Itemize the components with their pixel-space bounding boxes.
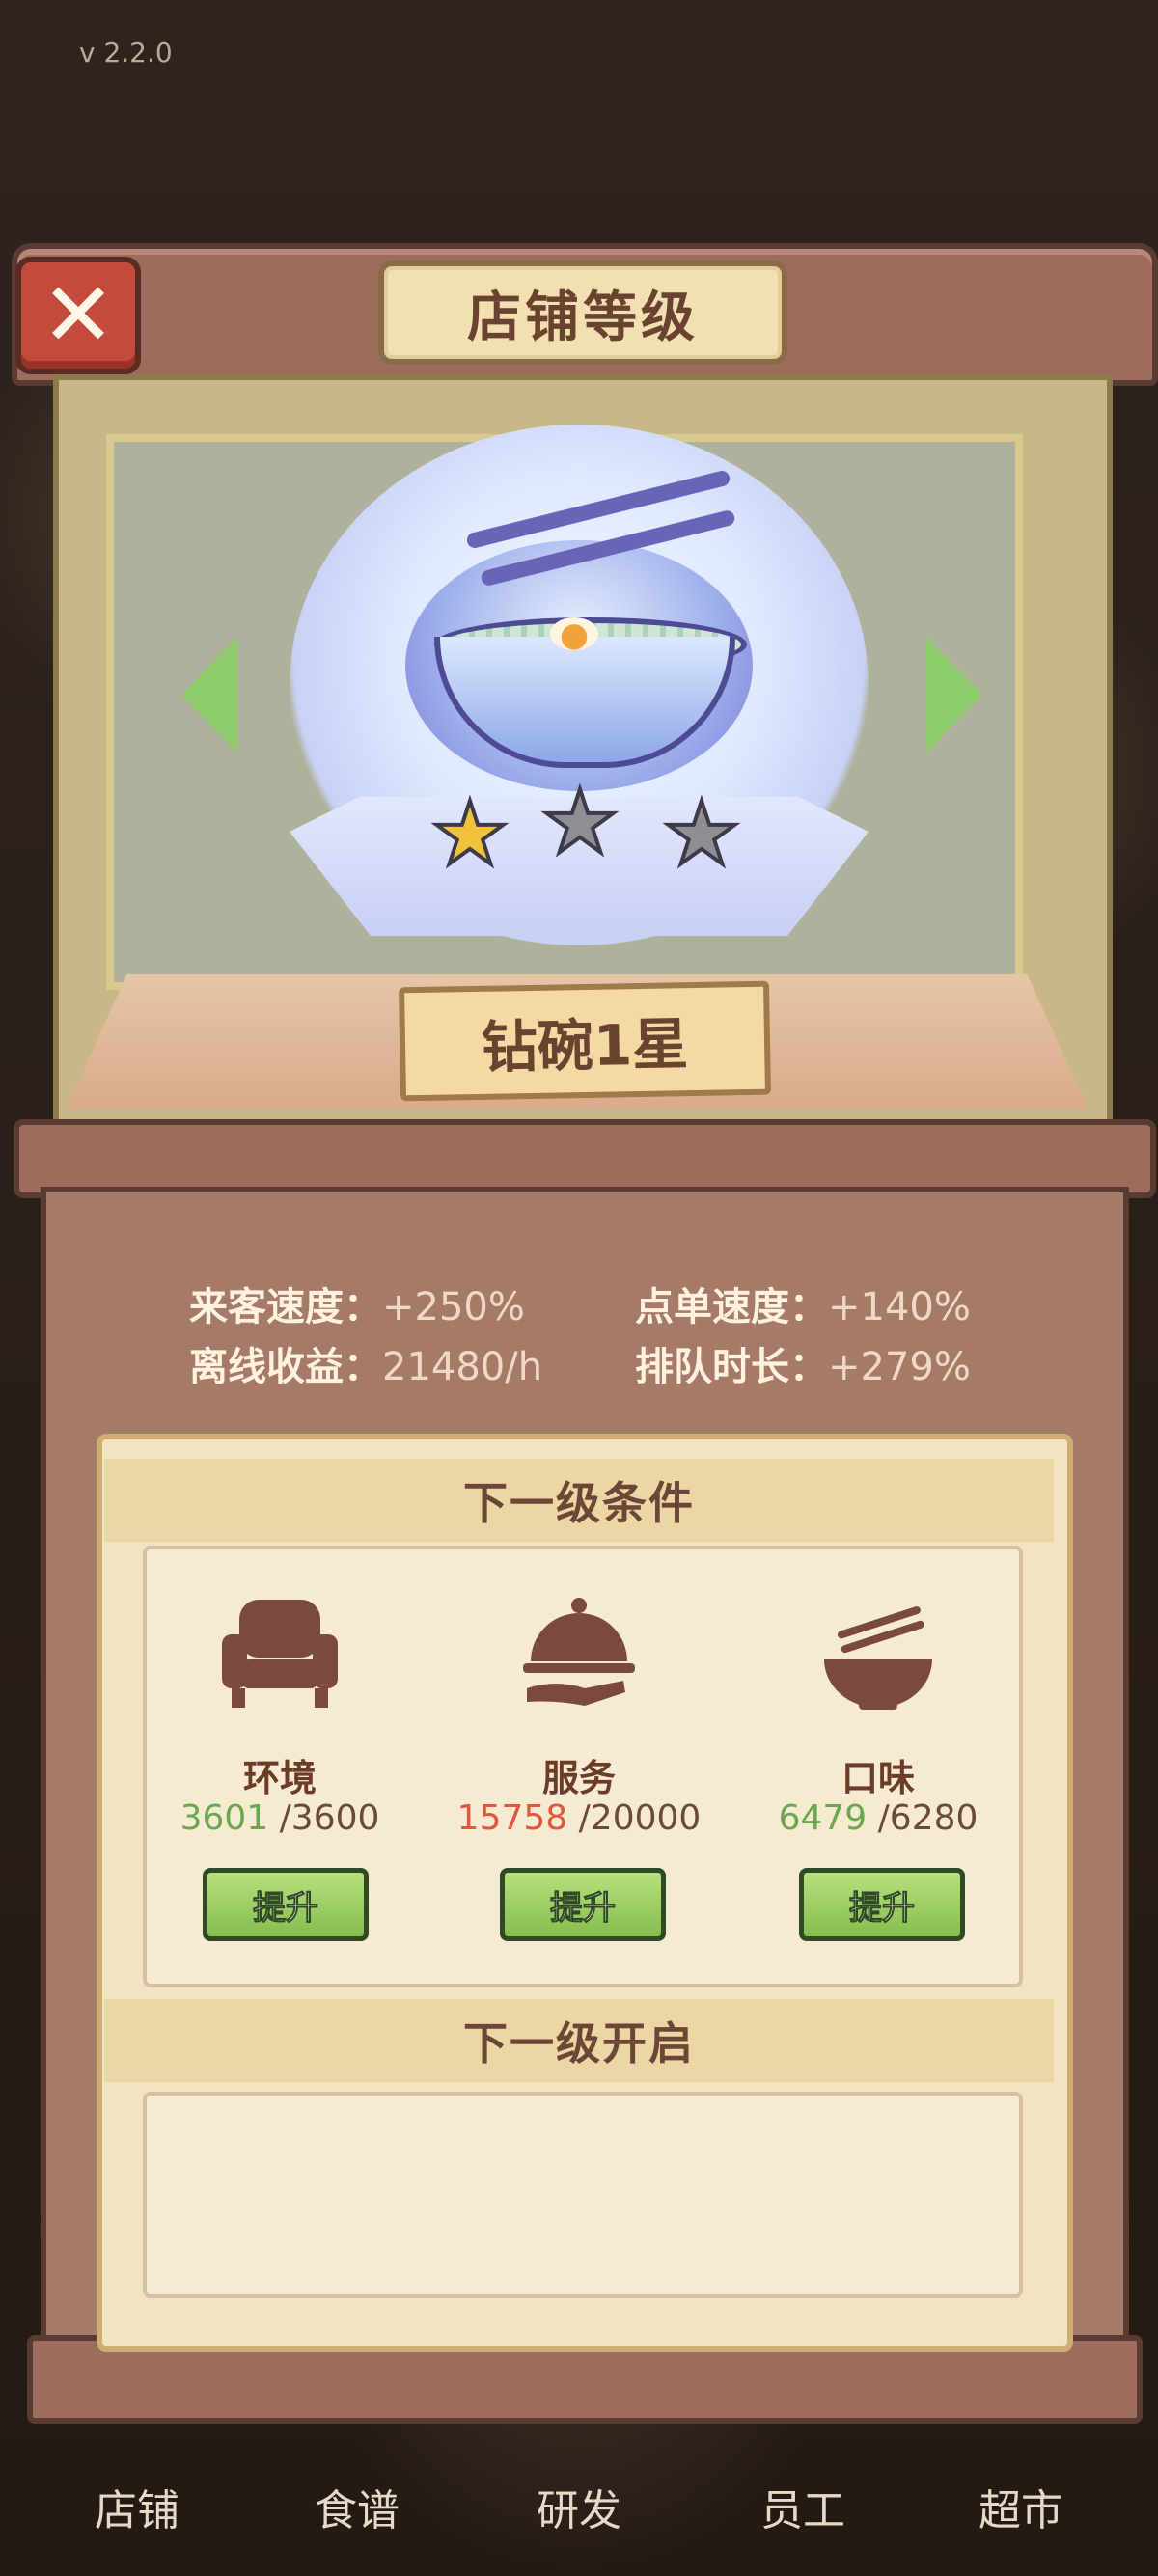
condition-progress-taste: 6479 /6280: [778, 1798, 979, 1838]
close-icon: ✕: [41, 263, 116, 367]
conditions-header: 下一级条件: [104, 1459, 1054, 1542]
armchair-icon: [222, 1600, 338, 1708]
dialog-title: 店铺等级: [467, 286, 699, 349]
level-name: 钻碗1星: [481, 1011, 689, 1081]
upgrade-service-button[interactable]: 提升: [500, 1868, 666, 1941]
cloche-icon: [523, 1598, 635, 1706]
nav-item-staff[interactable]: 员工: [726, 2476, 880, 2537]
condition-progress-service: 15758 /20000: [456, 1798, 702, 1838]
stat-order-speed: 点单速度：+140%: [635, 1285, 971, 1329]
stat-queue-time: 排队时长：+279%: [635, 1345, 971, 1389]
stat-guest-speed: 来客速度：+250%: [189, 1285, 525, 1329]
nav-item-market[interactable]: 超市: [944, 2476, 1098, 2537]
star-empty-icon: ★: [539, 772, 621, 873]
condition-label-environment: 环境: [242, 1757, 317, 1799]
star-filled-icon: ★: [429, 783, 511, 885]
unlock-box: [143, 2092, 1023, 2298]
condition-label-taste: 口味: [841, 1757, 915, 1799]
upgrade-taste-button[interactable]: 提升: [799, 1868, 965, 1941]
noodle-bowl-icon: [824, 1606, 932, 1710]
nav-item-shop[interactable]: 店铺: [60, 2476, 214, 2537]
star-empty-icon: ★: [661, 783, 743, 885]
condition-progress-environment: 3601 /3600: [179, 1798, 380, 1838]
nav-item-research[interactable]: 研发: [502, 2476, 656, 2537]
version-label: v 2.2.0: [79, 37, 173, 69]
close-button[interactable]: ✕: [15, 257, 141, 374]
prev-level-arrow-icon[interactable]: [181, 637, 237, 753]
condition-label-service: 服务: [541, 1757, 616, 1799]
dialog-title-plate: 店铺等级: [378, 260, 787, 365]
egg-icon: [550, 617, 598, 650]
next-level-arrow-icon[interactable]: [926, 637, 982, 753]
upgrade-environment-button[interactable]: 提升: [203, 1868, 369, 1941]
unlock-header: 下一级开启: [104, 1999, 1054, 2082]
nav-item-recipes[interactable]: 食谱: [280, 2476, 434, 2537]
stat-offline-income: 离线收益：21480/h: [189, 1345, 543, 1389]
level-name-plate: 钻碗1星: [398, 980, 772, 1102]
